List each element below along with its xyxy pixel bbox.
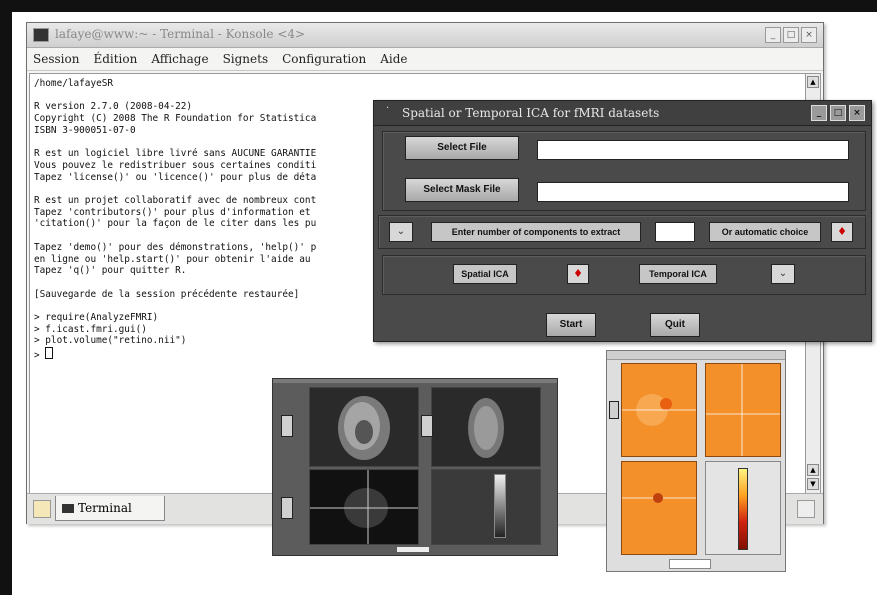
sagittal-slice-panel[interactable] xyxy=(309,387,419,467)
menu-configuration[interactable]: Configuration xyxy=(282,52,366,66)
terminal-line: Tapez 'contributors()' pour plus d'infor… xyxy=(34,206,311,218)
terminal-line: [Sauvegarde de la session précédente res… xyxy=(34,288,300,300)
spatial-ica-checkbox[interactable]: ♦ xyxy=(567,264,589,284)
close-icon[interactable]: × xyxy=(801,27,817,43)
terminal-line: 'citation()' pour la façon de le citer d… xyxy=(34,218,317,230)
temporal-ica-label: Temporal ICA xyxy=(639,264,717,284)
viewer2-controls[interactable] xyxy=(669,559,711,569)
ica-map-panel-2[interactable] xyxy=(705,363,781,457)
viewer2-titlebar[interactable] xyxy=(607,351,785,360)
konsole-menubar: Session Édition Affichage Signets Config… xyxy=(27,48,823,71)
ica-slider-1[interactable] xyxy=(609,401,619,419)
terminal-line: Tapez 'license()' ou 'licence()' pour pl… xyxy=(34,171,317,183)
heat-colorbar-panel xyxy=(705,461,781,555)
terminal-line: Vous pouvez le redistribuer sous certain… xyxy=(34,159,317,171)
mask-path-input[interactable] xyxy=(537,182,849,202)
coronal-slice-panel[interactable] xyxy=(431,387,541,467)
menu-affichage[interactable]: Affichage xyxy=(151,52,208,66)
quit-button[interactable]: Quit xyxy=(650,313,700,337)
terminal-line: > plot.volume("retino.nii") xyxy=(34,335,187,347)
new-tab-icon[interactable] xyxy=(33,500,51,518)
ica-type-group: Spatial ICA ♦ Temporal ICA ⌄ xyxy=(382,255,866,295)
select-file-button[interactable]: Select File xyxy=(405,136,519,160)
terminal-line: ISBN 3-900051-07-0 xyxy=(34,124,136,136)
viewer-controls[interactable] xyxy=(397,547,429,552)
terminal-line: en ligne ou 'help.start()' pour obtenir … xyxy=(34,253,311,265)
terminal-cursor xyxy=(45,347,54,360)
select-mask-file-button[interactable]: Select Mask File xyxy=(405,178,519,202)
maximize-icon[interactable]: □ xyxy=(830,105,846,121)
components-dropdown-icon[interactable]: ⌄ xyxy=(389,222,413,242)
menu-aide[interactable]: Aide xyxy=(380,52,407,66)
volume-viewer-ica-map xyxy=(606,350,786,572)
terminal-line: > f.icast.fmri.gui() xyxy=(34,323,147,335)
terminal-icon xyxy=(62,504,74,513)
terminal-line: /home/lafayeSR xyxy=(34,78,114,89)
menu-edition[interactable]: Édition xyxy=(93,52,137,66)
slice-slider-2[interactable] xyxy=(421,415,433,437)
scroll-down-icon[interactable]: ▼ xyxy=(807,478,819,490)
automatic-choice-label: Or automatic choice xyxy=(709,222,821,242)
ica-map-panel-3[interactable] xyxy=(621,461,697,555)
brain-sagittal-image xyxy=(338,396,390,460)
terminal-line: > xyxy=(34,350,46,362)
menu-signets[interactable]: Signets xyxy=(223,52,269,66)
volume-viewer-grayscale xyxy=(272,378,558,556)
ica-map-image-3 xyxy=(622,493,696,503)
components-group: ⌄ Enter number of components to extract … xyxy=(378,215,866,249)
ica-titlebar[interactable]: · Spatial or Temporal ICA for fMRI datas… xyxy=(374,101,871,126)
components-input[interactable] xyxy=(655,222,695,242)
terminal-line: > require(AnalyzeFMRI) xyxy=(34,312,159,324)
page-frame-left xyxy=(0,0,12,595)
menu-session[interactable]: Session xyxy=(33,52,79,66)
slice-slider-1[interactable] xyxy=(281,415,293,437)
file-path-input[interactable] xyxy=(537,140,849,160)
spatial-ica-label: Spatial ICA xyxy=(453,264,517,284)
konsole-title: lafaye@www:~ - Terminal - Konsole <4> xyxy=(55,27,306,41)
colorbar-panel xyxy=(431,469,541,545)
page-frame-top xyxy=(0,0,877,12)
tab-terminal[interactable]: Terminal xyxy=(55,496,165,521)
minimize-icon[interactable]: _ xyxy=(765,27,781,43)
temporal-ica-dropdown-icon[interactable]: ⌄ xyxy=(771,264,795,284)
terminal-line: R est un projet collaboratif avec de nom… xyxy=(34,195,317,207)
scroll-up-icon[interactable]: ▲ xyxy=(807,464,819,476)
terminal-line: Tapez 'demo()' pour des démonstrations, … xyxy=(34,241,317,253)
close-icon[interactable]: × xyxy=(849,105,865,121)
ica-dialog-title: Spatial or Temporal ICA for fMRI dataset… xyxy=(402,106,660,120)
konsole-titlebar[interactable]: lafaye@www:~ - Terminal - Konsole <4> _ … xyxy=(27,23,823,48)
terminal-line: R est un logiciel libre livré sans AUCUN… xyxy=(34,148,317,160)
start-button[interactable]: Start xyxy=(546,313,596,337)
maximize-icon[interactable]: □ xyxy=(783,27,799,43)
automatic-choice-checkbox[interactable]: ♦ xyxy=(831,222,853,242)
tab-terminal-label: Terminal xyxy=(78,501,132,515)
terminal-line: Tapez 'q()' pour quitter R. xyxy=(34,265,187,277)
ica-map-panel-1[interactable] xyxy=(621,363,697,457)
grayscale-colorbar xyxy=(494,474,506,538)
ica-dialog: · Spatial or Temporal ICA for fMRI datas… xyxy=(373,100,872,342)
scroll-up-icon[interactable]: ▲ xyxy=(807,76,819,88)
axial-slice-panel[interactable] xyxy=(309,469,419,545)
viewer-toolbar xyxy=(273,379,557,383)
dialog-menu-icon[interactable]: · xyxy=(386,103,389,114)
file-selection-group: Select File Select Mask File xyxy=(382,131,866,211)
konsole-app-icon xyxy=(33,28,49,42)
terminal-line: R version 2.7.0 (2008-04-22) xyxy=(34,101,193,113)
ica-map-image-2 xyxy=(706,364,780,456)
brain-axial-image xyxy=(310,470,418,544)
slice-slider-3[interactable] xyxy=(281,497,293,519)
close-tab-icon[interactable] xyxy=(797,500,815,518)
brain-coronal-image xyxy=(468,398,504,458)
ica-map-image-1 xyxy=(622,394,696,426)
terminal-line: Copyright (C) 2008 The R Foundation for … xyxy=(34,113,317,125)
components-label: Enter number of components to extract xyxy=(431,222,641,242)
minimize-icon[interactable]: _ xyxy=(811,105,827,121)
heat-colorbar xyxy=(738,468,748,550)
